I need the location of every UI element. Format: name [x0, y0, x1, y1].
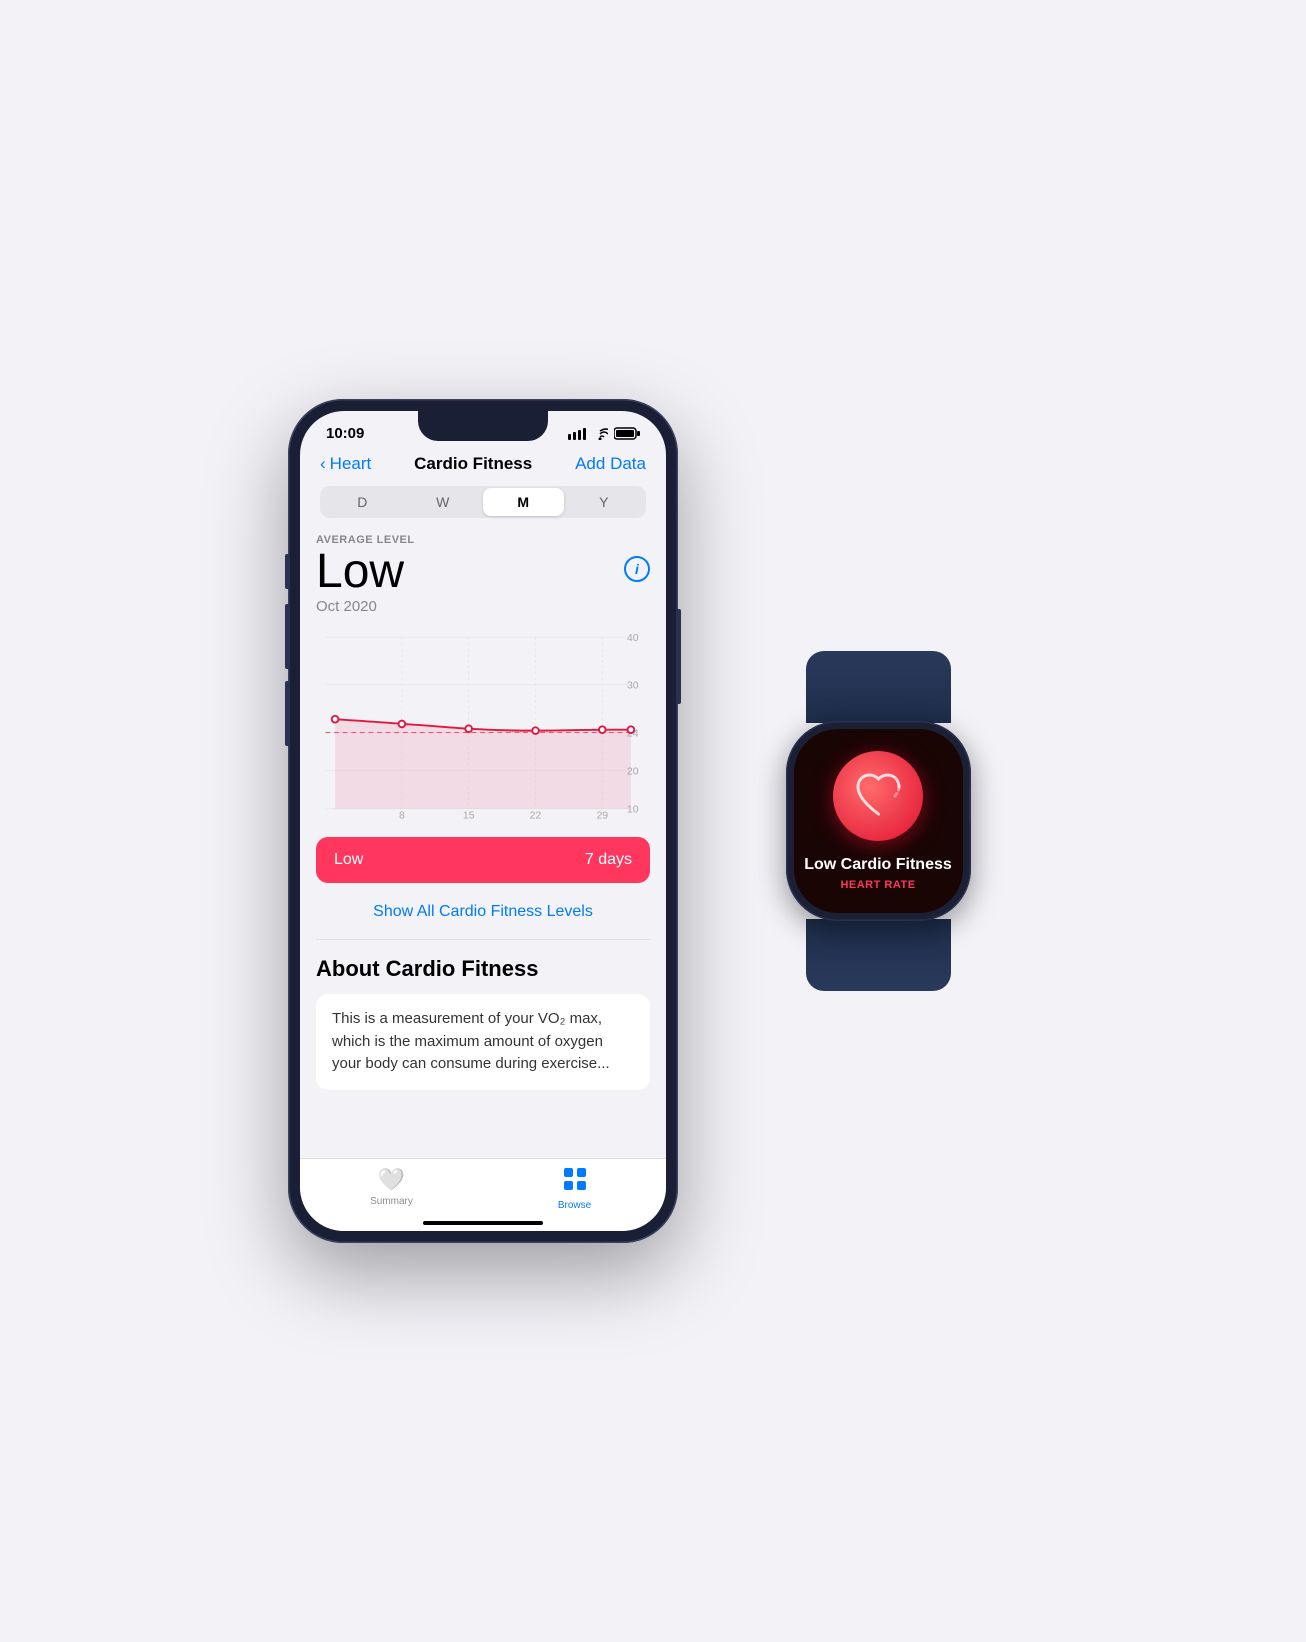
segment-m[interactable]: M [483, 488, 564, 516]
svg-text:29: 29 [596, 810, 608, 821]
tab-summary[interactable]: 🤍 Summary [300, 1167, 483, 1211]
signal-icon [568, 428, 586, 440]
tab-browse-label: Browse [558, 1200, 591, 1211]
watch-band-bottom [806, 919, 951, 991]
nav-bar: ‹ Heart Cardio Fitness Add Data [300, 446, 666, 486]
low-bar-days: 7 days [585, 851, 632, 869]
show-all-link[interactable]: Show All Cardio Fitness Levels [316, 897, 650, 939]
notch [418, 411, 548, 441]
iphone-device: 10:09 [288, 399, 678, 1243]
watch-subtitle: HEART RATE [840, 879, 915, 891]
svg-text:15: 15 [463, 810, 475, 821]
average-date: Oct 2020 [316, 598, 650, 615]
segment-d[interactable]: D [322, 488, 403, 516]
segment-control[interactable]: D W M Y [320, 486, 646, 518]
iphone-screen: 10:09 [300, 411, 666, 1231]
power-button [677, 609, 681, 704]
volume-down-button [285, 681, 289, 746]
about-title: About Cardio Fitness [316, 956, 650, 982]
segment-y[interactable]: Y [564, 488, 645, 516]
status-icons [568, 427, 640, 440]
low-bar-label: Low [334, 851, 363, 869]
wifi-icon [592, 428, 608, 440]
watch-screen: Low Cardio Fitness HEART RATE [794, 729, 963, 912]
volume-up-button [285, 604, 289, 669]
average-section: AVERAGE LEVEL Low i Oct 2020 [316, 534, 650, 615]
chart: 40 30 24 20 10 [316, 623, 650, 823]
watch-band-top [806, 651, 951, 723]
watch-title: Low Cardio Fitness [804, 855, 952, 876]
svg-text:30: 30 [627, 681, 639, 692]
average-value: Low [316, 548, 404, 596]
tab-browse[interactable]: Browse [483, 1167, 666, 1211]
home-indicator [423, 1221, 543, 1225]
about-description: This is a measurement of your VO₂ max, w… [316, 994, 650, 1090]
chart-svg: 40 30 24 20 10 [316, 623, 650, 823]
chevron-left-icon: ‹ [320, 454, 326, 474]
heart-icon [851, 768, 906, 823]
nav-title: Cardio Fitness [414, 454, 532, 474]
svg-text:8: 8 [399, 810, 405, 821]
mute-button [285, 554, 289, 589]
heart-tab-icon: 🤍 [378, 1167, 405, 1193]
apple-watch: Low Cardio Fitness HEART RATE [738, 651, 1018, 991]
watch-crown [969, 786, 971, 824]
svg-text:40: 40 [627, 633, 639, 644]
segment-w[interactable]: W [403, 488, 484, 516]
about-section: About Cardio Fitness This is a measureme… [316, 939, 650, 1090]
watch-heart-icon [833, 751, 923, 841]
back-button[interactable]: ‹ Heart [320, 454, 371, 474]
info-button[interactable]: i [624, 556, 650, 582]
battery-icon [614, 427, 640, 440]
tab-summary-label: Summary [370, 1196, 413, 1207]
add-data-button[interactable]: Add Data [575, 454, 646, 474]
svg-text:22: 22 [530, 810, 542, 821]
watch-body: Low Cardio Fitness HEART RATE [786, 721, 971, 920]
low-bar: Low 7 days [316, 837, 650, 883]
watch-side-button [970, 836, 971, 854]
status-time: 10:09 [326, 425, 364, 442]
browse-tab-icon [563, 1167, 587, 1197]
back-label: Heart [330, 454, 372, 474]
